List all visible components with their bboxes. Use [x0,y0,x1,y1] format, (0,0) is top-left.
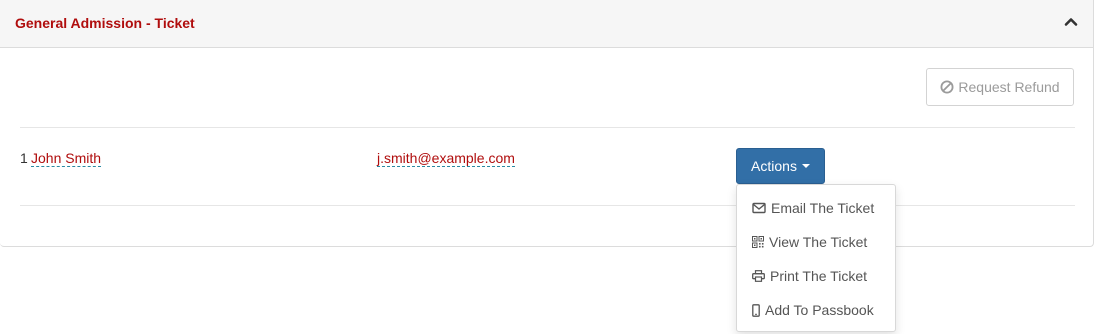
menu-item-add-to-passbook[interactable]: Add To Passbook [737,293,895,327]
request-refund-label: Request Refund [958,79,1060,95]
row-divider-top [20,127,1075,128]
ban-icon [940,80,954,94]
caret-down-icon [801,164,810,168]
row-divider-bottom [20,205,1075,206]
actions-menu: Email The Ticket View The Ticket Print T… [736,184,896,332]
menu-item-label: Add To Passbook [765,302,874,318]
envelope-icon [752,202,766,214]
request-refund-button[interactable]: Request Refund [926,68,1074,106]
mobile-icon [752,303,760,317]
actions-label: Actions [751,158,797,174]
chevron-up-icon[interactable] [1063,14,1079,30]
attendee-email-link[interactable]: j.smith@example.com [377,150,515,167]
menu-item-label: View The Ticket [769,234,868,250]
qrcode-icon [752,236,764,248]
menu-item-email-ticket[interactable]: Email The Ticket [737,191,895,225]
menu-item-view-ticket[interactable]: View The Ticket [737,225,895,259]
menu-item-label: Email The Ticket [771,200,875,216]
menu-item-print-ticket[interactable]: Print The Ticket [737,259,895,293]
attendee-index: 1 [20,150,28,166]
menu-item-label: Print The Ticket [770,268,868,284]
panel-heading[interactable]: General Admission - Ticket [0,0,1093,48]
panel-title: General Admission - Ticket [15,15,195,31]
print-icon [752,270,765,282]
attendee-name-link[interactable]: John Smith [31,150,102,167]
ticket-panel: General Admission - Ticket Request Refun… [0,0,1094,247]
actions-dropdown-button[interactable]: Actions [736,148,825,184]
